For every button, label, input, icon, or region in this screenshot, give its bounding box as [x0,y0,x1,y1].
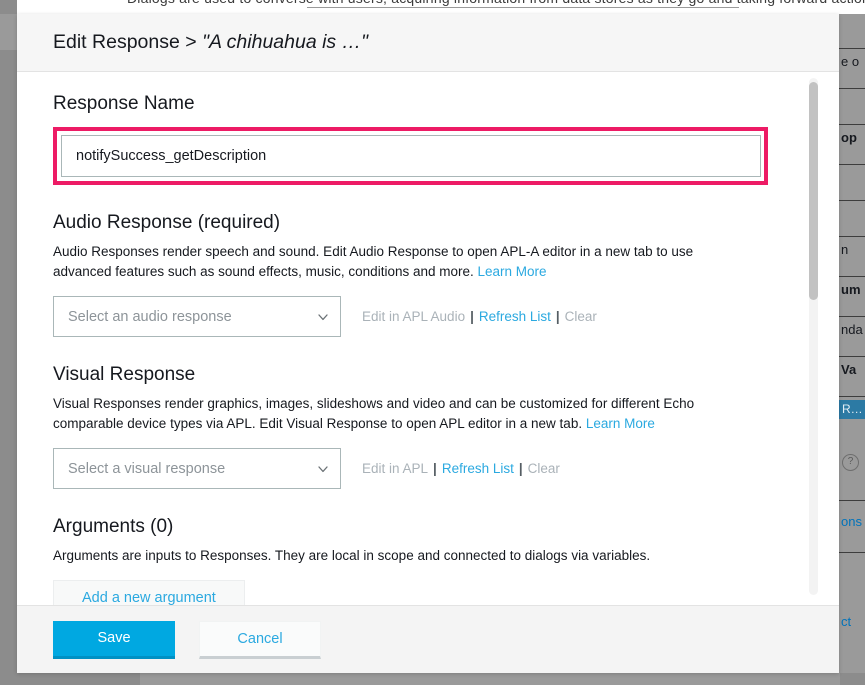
audio-learn-more-link[interactable]: Learn More [478,264,547,279]
background-row-divider [839,236,865,237]
background-row-divider [839,316,865,317]
background-row-divider [839,500,865,501]
background-text-fragment: n [841,242,849,257]
arguments-description: Arguments are inputs to Responses. They … [53,548,651,563]
edit-response-modal: Edit Response > "A chihuahua is …" Respo… [17,14,839,673]
background-row-divider [839,200,865,201]
audio-response-controls: Select an audio response Edit in APL Aud… [53,296,803,337]
help-icon[interactable]: ? [842,454,859,471]
visual-response-actions: Edit in APL | Refresh List | Clear [362,461,560,476]
audio-response-heading: Audio Response (required) [53,212,281,233]
save-button[interactable]: Save [53,620,175,659]
background-row-divider [839,356,865,357]
modal-body: Response Name Audio Response (required) … [17,72,839,605]
action-separator: | [433,461,437,476]
audio-response-select[interactable]: Select an audio response [53,296,341,337]
background-header-rule [307,7,739,8]
background-row-divider [839,276,865,277]
visual-response-heading: Visual Response [53,364,196,385]
visual-response-select-placeholder: Select a visual response [68,460,226,477]
audio-response-description-text: Audio Responses render speech and sound.… [53,244,694,279]
background-link-fragment[interactable]: ons [841,514,862,529]
background-row-divider [839,164,865,165]
add-new-argument-button[interactable]: Add a new argument [53,580,245,605]
visual-refresh-list-link[interactable]: Refresh List [442,461,514,476]
modal-scrollbar-thumb[interactable] [809,82,818,300]
background-top-strip: Dialogs are used to converse with users,… [17,0,865,14]
background-status-badge[interactable]: R… [839,400,865,419]
background-row-divider [839,552,865,553]
background-row-divider [839,124,865,125]
modal-header: Edit Response > "A chihuahua is …" [17,14,839,72]
visual-response-description: Visual Responses render graphics, images… [53,394,743,434]
action-separator: | [555,309,560,324]
edit-in-apl-audio-link[interactable]: Edit in APL Audio [362,309,465,324]
cancel-button[interactable]: Cancel [199,620,321,659]
background-left-rail-highlight [0,14,17,50]
chevron-down-icon [318,465,328,475]
screen: Dialogs are used to converse with users,… [0,0,865,685]
background-row-divider [839,88,865,89]
background-link-fragment[interactable]: ct [841,614,851,629]
chevron-down-icon [318,313,328,323]
audio-response-description: Audio Responses render speech and sound.… [53,242,743,282]
background-left-rail [0,0,17,685]
background-right-table: e o op n um nda Va R… ? ons ct [839,14,865,685]
background-row-divider [839,48,865,49]
edit-in-apl-link[interactable]: Edit in APL [362,461,428,476]
background-text-fragment: e o [841,54,860,69]
action-separator: | [470,309,474,324]
visual-clear-link[interactable]: Clear [528,461,560,476]
action-separator: | [518,461,523,476]
modal-title-prefix: Edit Response > [53,31,203,53]
background-text-fragment: Va [841,362,857,377]
visual-response-controls: Select a visual response Edit in APL | Ref… [53,448,803,489]
background-bottom-bar [0,673,865,685]
background-text-fragment: nda [841,322,863,337]
background-text-fragment: um [841,282,861,297]
response-name-highlight-box [53,127,768,185]
background-row-divider [839,396,865,397]
arguments-heading: Arguments (0) [53,516,174,537]
audio-refresh-list-link[interactable]: Refresh List [479,309,551,324]
audio-response-select-placeholder: Select an audio response [68,308,232,325]
audio-response-actions: Edit in APL Audio | Refresh List | Clear [362,309,597,324]
modal-footer: Save Cancel [17,605,839,673]
modal-title-response-name: "A chihuahua is …" [202,31,369,53]
background-clipped-paragraph: Dialogs are used to converse with users,… [127,0,865,6]
response-name-input[interactable] [61,135,761,177]
background-bottom-bar-inner [140,673,840,685]
background-text-fragment: op [841,130,857,145]
visual-response-select[interactable]: Select a visual response [53,448,341,489]
modal-title: Edit Response > "A chihuahua is …" [53,31,368,54]
visual-learn-more-link[interactable]: Learn More [586,416,655,431]
audio-clear-link[interactable]: Clear [565,309,597,324]
response-name-heading: Response Name [53,93,195,114]
